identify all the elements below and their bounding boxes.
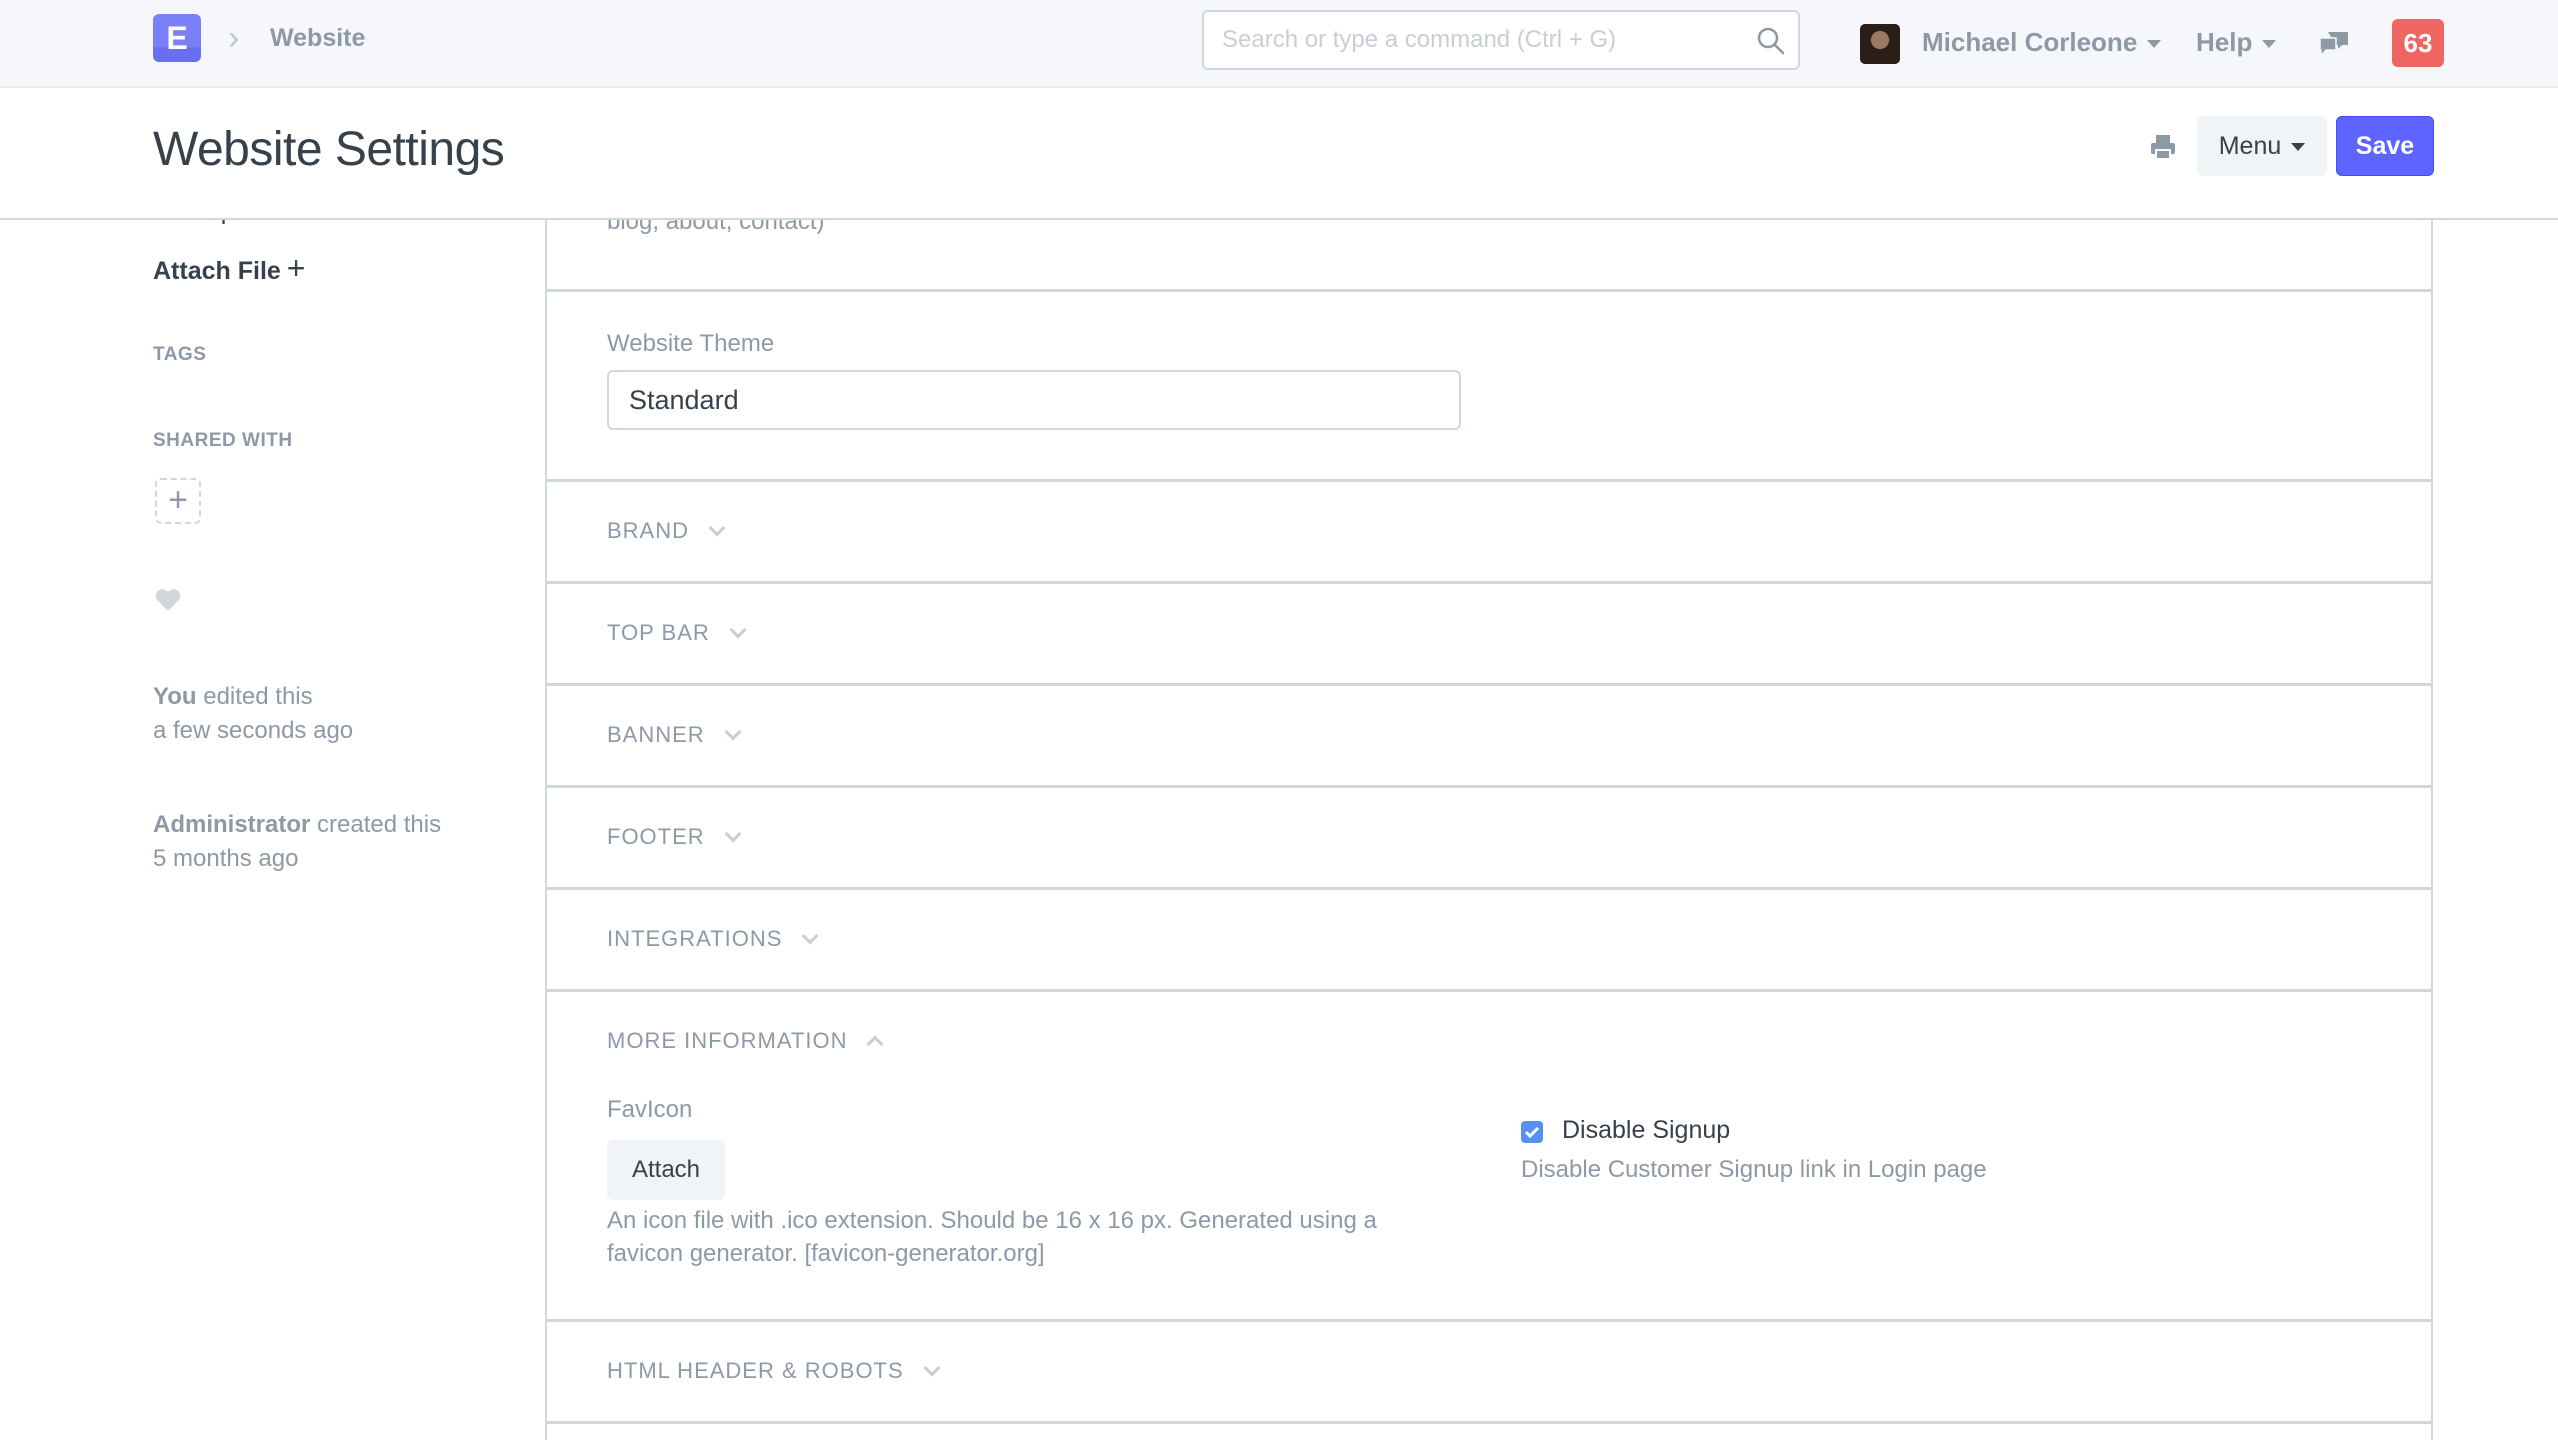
- section-html-header[interactable]: HTML HEADER & ROBOTS: [547, 1322, 2431, 1424]
- menu-label: Menu: [2218, 131, 2282, 160]
- breadcrumb-chevron-icon: ›: [228, 19, 240, 57]
- section-label: INTEGRATIONS: [607, 926, 783, 951]
- timeline-action: edited this: [203, 683, 313, 710]
- user-name: Michael Corleone: [1922, 27, 2138, 57]
- attach-file-link[interactable]: Attach File +: [153, 250, 305, 287]
- section-top-bar[interactable]: TOP BAR: [547, 584, 2431, 686]
- chat-icon[interactable]: [2318, 28, 2350, 60]
- disable-signup-description: Disable Customer Signup link in Login pa…: [1521, 1156, 1987, 1183]
- section-footer[interactable]: FOOTER: [547, 788, 2431, 890]
- section-title: INTEGRATIONS: [607, 926, 819, 952]
- timeline-item: Administrator created this 5 months ago: [153, 808, 441, 876]
- form-body: blog, about, contact) Website Theme BRAN…: [545, 150, 2433, 1440]
- section-title: BRAND: [607, 518, 726, 544]
- save-button[interactable]: Save: [2336, 116, 2434, 176]
- user-menu[interactable]: Michael Corleone: [1922, 27, 2162, 58]
- section-label: MORE INFORMATION: [607, 1028, 848, 1053]
- page-head: Website Settings Menu Save: [0, 90, 2558, 220]
- chevron-down-icon: [923, 1359, 941, 1377]
- timeline-time: 5 months ago: [153, 845, 299, 872]
- disable-signup-checkbox[interactable]: [1521, 1121, 1543, 1143]
- breadcrumb-website[interactable]: Website: [270, 24, 365, 53]
- add-share-button[interactable]: +: [155, 478, 201, 524]
- caret-down-icon: [2262, 40, 2277, 49]
- menu-button[interactable]: Menu: [2197, 116, 2327, 176]
- heart-icon[interactable]: [155, 588, 181, 612]
- timeline-action: created this: [317, 811, 442, 838]
- chevron-down-icon: [729, 621, 747, 639]
- timeline-item: You edited this a few seconds ago: [153, 680, 353, 748]
- page-title: Website Settings: [153, 123, 505, 176]
- timeline-time: a few seconds ago: [153, 717, 354, 744]
- disable-signup-label[interactable]: Disable Signup: [1562, 1116, 1730, 1145]
- shared-with-label: SHARED WITH: [153, 430, 293, 451]
- tags-label: TAGS: [153, 344, 207, 365]
- section-integrations[interactable]: INTEGRATIONS: [547, 890, 2431, 992]
- website-theme-input[interactable]: [607, 370, 1461, 430]
- section-title: TOP BAR: [607, 620, 747, 646]
- plus-icon: +: [168, 481, 188, 519]
- checkmark-icon: [1524, 1126, 1540, 1139]
- section-title: BANNER: [607, 722, 742, 748]
- chevron-down-icon: [724, 825, 742, 843]
- favicon-description: An icon file with .ico extension. Should…: [607, 1207, 1377, 1267]
- section-banner[interactable]: BANNER: [547, 686, 2431, 788]
- favicon-label: FavIcon: [607, 1096, 693, 1123]
- search-icon[interactable]: [1756, 26, 1786, 56]
- search-input[interactable]: [1222, 24, 1742, 56]
- section-brand[interactable]: BRAND: [547, 482, 2431, 584]
- print-icon[interactable]: [2148, 132, 2178, 162]
- section-label: BANNER: [607, 722, 705, 747]
- app-logo[interactable]: E: [153, 14, 201, 62]
- top-navbar: E › Website Michael Corleone Help 63: [0, 0, 2558, 88]
- chevron-down-icon: [801, 927, 819, 945]
- plus-icon: +: [286, 250, 306, 286]
- notification-badge[interactable]: 63: [2392, 19, 2444, 67]
- section-more-information: MORE INFORMATION: [547, 992, 2431, 1322]
- attach-button[interactable]: Attach: [607, 1140, 725, 1200]
- chevron-down-icon: [724, 723, 742, 741]
- help-label: Help: [2196, 27, 2253, 57]
- website-theme-label: Website Theme: [607, 330, 775, 357]
- caret-down-icon: [2291, 142, 2306, 151]
- section-label: TOP BAR: [607, 620, 710, 645]
- help-menu[interactable]: Help: [2196, 27, 2277, 58]
- section-title: FOOTER: [607, 824, 742, 850]
- timeline-actor: You: [153, 683, 197, 710]
- section-title: HTML HEADER & ROBOTS: [607, 1358, 941, 1384]
- section-label: HTML HEADER & ROBOTS: [607, 1358, 904, 1383]
- caret-down-icon: [2147, 40, 2162, 49]
- chevron-down-icon: [708, 519, 726, 537]
- section-label: BRAND: [607, 518, 690, 543]
- section-title[interactable]: MORE INFORMATION: [607, 1028, 884, 1054]
- search-box[interactable]: [1202, 10, 1800, 70]
- timeline-actor: Administrator: [153, 811, 311, 838]
- section-label: FOOTER: [607, 824, 705, 849]
- user-avatar[interactable]: [1860, 24, 1900, 64]
- chevron-up-icon: [866, 1035, 884, 1053]
- attach-file-label: Attach File: [153, 257, 281, 285]
